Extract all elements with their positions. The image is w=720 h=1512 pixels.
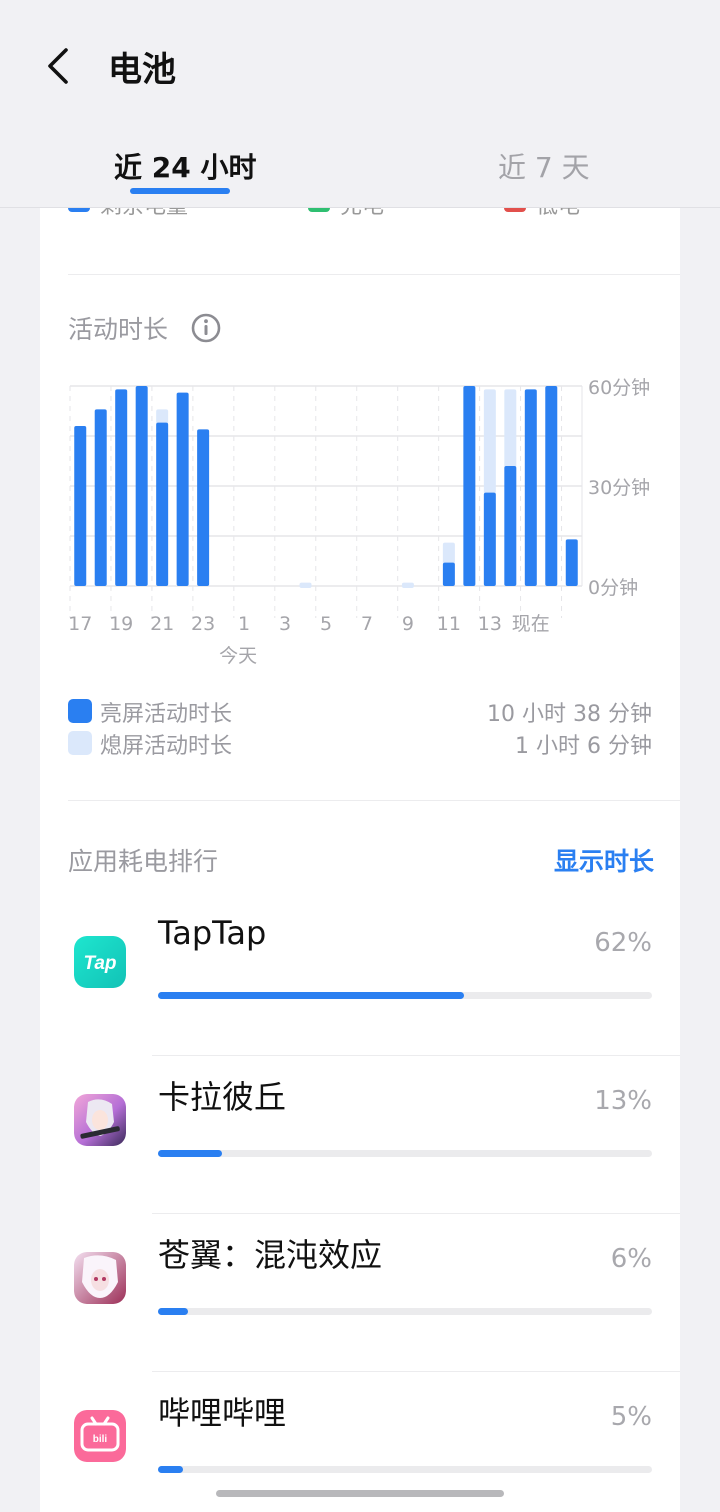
- chart-bar-screen-on: [197, 429, 210, 586]
- section-divider: [68, 274, 680, 275]
- chart-x-tick-label: 21: [150, 613, 174, 635]
- blazblue-icon: [74, 1252, 126, 1304]
- chart-bar-screen-off: [401, 582, 414, 588]
- app-percent: 6%: [610, 1244, 652, 1274]
- chart-bar-screen-off: [504, 389, 517, 468]
- legend-screen-off: 熄屏活动时长 1 小时 6 分钟: [68, 728, 652, 759]
- chart-bar-screen-on: [156, 422, 169, 586]
- section-divider: [68, 800, 680, 801]
- chart-bar-screen-on: [524, 389, 537, 586]
- chart-x-tick-label: 1: [238, 613, 250, 635]
- tab-active-indicator: [130, 188, 230, 194]
- app-percent: 62%: [594, 928, 652, 958]
- header: 电池 近 24 小时 近 7 天: [0, 0, 720, 208]
- show-duration-button[interactable]: 显示时长: [554, 842, 654, 878]
- back-button[interactable]: [40, 46, 80, 86]
- chart-bar-screen-on: [135, 386, 148, 586]
- chart-x-tick-label: 9: [402, 613, 414, 635]
- bilibili-icon: bili: [74, 1410, 126, 1462]
- app-name: 哔哩哔哩: [158, 1394, 287, 1432]
- tab-7-days[interactable]: 近 7 天: [498, 146, 590, 186]
- info-circle-icon: [191, 313, 221, 343]
- home-indicator[interactable]: [216, 1490, 504, 1497]
- tab-24-hours[interactable]: 近 24 小时: [114, 146, 256, 186]
- usage-bar: [158, 1150, 652, 1157]
- app-percent: 5%: [610, 1402, 652, 1432]
- svg-text:bili: bili: [93, 1434, 108, 1445]
- legend-swatch-screen-off: [68, 731, 92, 755]
- legend-value: 10 小时 38 分钟: [487, 702, 652, 727]
- chart-x-tick-label: 13: [478, 613, 502, 635]
- app-row-taptap[interactable]: Tap TapTap 62%: [40, 898, 680, 1056]
- chevron-left-icon: [48, 48, 68, 84]
- chart-x-tick-label: 5: [320, 613, 332, 635]
- usage-bar-fill: [158, 1466, 183, 1473]
- chart-x-tick-label: 23: [191, 613, 215, 635]
- activity-chart: 60分钟30分钟0分钟17 19 21 23 1 3 5 7 9 11 13 现在今天: [68, 377, 650, 666]
- chart-y-tick-label: 60分钟: [588, 377, 650, 399]
- chart-x-tick-label: 17: [68, 613, 92, 635]
- chart-x-tick-label: 7: [361, 613, 373, 635]
- svg-text:Tap: Tap: [83, 953, 116, 974]
- chart-bar-screen-on: [545, 386, 558, 586]
- chart-x-tick-label: 现在: [512, 613, 550, 635]
- app-percent: 13%: [594, 1086, 652, 1116]
- chart-bar-screen-on: [463, 386, 476, 586]
- chart-y-tick-label: 30分钟: [588, 477, 650, 499]
- info-icon[interactable]: [190, 312, 222, 344]
- chart-bar-screen-on: [74, 426, 87, 586]
- chart-bar-screen-on: [442, 562, 455, 586]
- usage-bar: [158, 1308, 652, 1315]
- ranking-title: 应用耗电排行: [68, 847, 219, 876]
- app-name: TapTap: [158, 914, 267, 952]
- activity-title: 活动时长: [68, 315, 169, 344]
- legend-screen-on: 亮屏活动时长 10 小时 38 分钟: [68, 696, 652, 727]
- battery-screen: 电池 近 24 小时 近 7 天 剩余电量 充电 低电 活动时长: [0, 0, 720, 1512]
- chart-bar-screen-on: [565, 539, 578, 586]
- taptap-icon: Tap: [74, 936, 126, 988]
- legend-value: 1 小时 6 分钟: [515, 734, 652, 759]
- app-row-blazblue[interactable]: 苍翼：混沌效应 6%: [40, 1214, 680, 1372]
- chart-x-sublabel: 今天: [219, 645, 257, 666]
- app-name: 卡拉彼丘: [158, 1078, 287, 1116]
- legend-label: 亮屏活动时长: [100, 702, 233, 727]
- header-divider: [0, 207, 720, 208]
- chart-x-tick-label: 3: [279, 613, 291, 635]
- chart-bar-screen-off: [156, 409, 169, 425]
- strinova-icon: [74, 1094, 126, 1146]
- usage-bar-fill: [158, 992, 465, 999]
- chart-x-tick-label: 19: [109, 613, 133, 635]
- app-row-strinova[interactable]: 卡拉彼丘 13%: [40, 1056, 680, 1214]
- battery-card: 剩余电量 充电 低电 活动时长 60分钟30分钟0分钟1719212313579…: [40, 170, 680, 1512]
- legend-swatch-screen-on: [68, 699, 92, 723]
- chart-bar-screen-off: [442, 542, 455, 565]
- chart-bar-screen-on: [115, 389, 128, 586]
- chart-x-tick-label: 11: [437, 613, 461, 635]
- usage-bar: [158, 992, 652, 999]
- chart-bar-screen-on: [504, 466, 517, 586]
- usage-bar-fill: [158, 1308, 188, 1315]
- legend-label: 熄屏活动时长: [100, 734, 233, 759]
- chart-bar-screen-off: [483, 389, 496, 495]
- chart-bar-screen-on: [94, 409, 107, 586]
- usage-bar: [158, 1466, 652, 1473]
- chart-bar-screen-off: [299, 582, 312, 588]
- chart-bar-screen-on: [483, 492, 496, 586]
- app-name: 苍翼：混沌效应: [158, 1236, 383, 1274]
- chart-bar-screen-on: [176, 392, 189, 586]
- usage-bar-fill: [158, 1150, 223, 1157]
- chart-y-tick-label: 0分钟: [588, 577, 638, 599]
- page-title: 电池: [108, 50, 176, 90]
